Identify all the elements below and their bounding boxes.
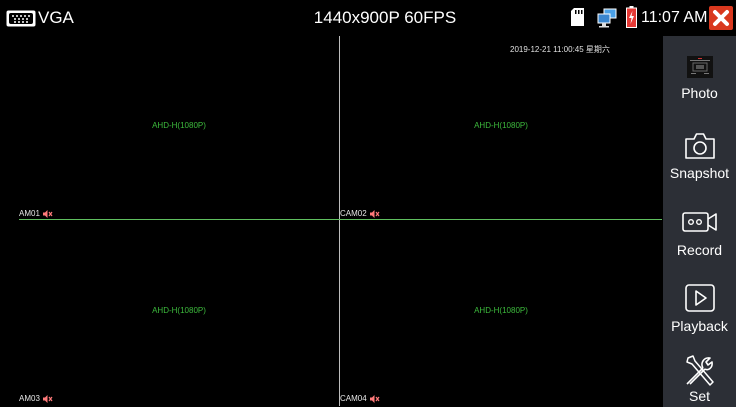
close-icon <box>713 10 729 26</box>
camera-name: AM01 <box>19 209 40 218</box>
camera-name: AM03 <box>19 394 40 403</box>
video-source: VGA <box>6 6 74 30</box>
camera-label-4: CAM04 <box>340 394 380 403</box>
playback-label: Playback <box>671 318 728 334</box>
record-label: Record <box>676 242 723 258</box>
status-bar: VGA 1440x900P 60FPS 11:07 AM <box>0 0 736 36</box>
mute-speaker-icon <box>369 394 380 403</box>
snapshot-button[interactable]: Snapshot <box>663 132 736 192</box>
camera-name: CAM04 <box>340 394 367 403</box>
set-label: Set <box>688 388 710 404</box>
vga-port-icon <box>6 10 36 26</box>
playback-button[interactable]: Playback <box>663 284 736 344</box>
camera-grid: AHD-H(1080P) AHD-H(1080P) AHD-H(1080P) A… <box>19 36 662 406</box>
camera-label-3: AM03 <box>19 394 53 403</box>
camera-view-1[interactable]: AHD-H(1080P) <box>19 36 339 219</box>
record-button[interactable]: Record <box>663 212 736 268</box>
play-icon <box>684 284 715 312</box>
camera-icon <box>684 133 715 159</box>
osd-datetime: 2019-12-21 11:00:45 星期六 <box>510 45 610 54</box>
side-menu: Photo Snapshot Record Playback Set <box>663 36 736 407</box>
video-camera-icon <box>681 212 717 232</box>
camera-name: CAM02 <box>340 209 367 218</box>
signal-format: AHD-H(1080P) <box>474 121 528 130</box>
signal-format: AHD-H(1080P) <box>152 306 206 315</box>
camera-view-4[interactable]: AHD-H(1080P) <box>340 220 662 406</box>
mute-speaker-icon <box>369 209 380 218</box>
source-label: VGA <box>38 8 74 27</box>
battery-icon <box>626 6 637 28</box>
photo-button[interactable]: Photo <box>663 56 736 114</box>
camera-label-1: AM01 <box>19 209 53 218</box>
clock: 11:07 AM <box>641 9 708 26</box>
resolution-label: 1440x900P 60FPS <box>313 8 457 27</box>
photo-label: Photo <box>681 85 718 101</box>
close-button[interactable] <box>709 6 733 30</box>
snapshot-label: Snapshot <box>669 165 730 181</box>
network-icon <box>597 8 617 28</box>
camera-label-2: CAM02 <box>340 209 380 218</box>
mute-speaker-icon <box>42 209 53 218</box>
photo-thumbnail-icon <box>686 56 713 78</box>
camera-view-2[interactable]: AHD-H(1080P) <box>340 36 662 219</box>
tools-icon <box>685 355 714 386</box>
signal-format: AHD-H(1080P) <box>152 121 206 130</box>
sd-card-icon <box>571 8 584 26</box>
camera-view-3[interactable]: AHD-H(1080P) <box>19 220 339 406</box>
mute-speaker-icon <box>42 394 53 403</box>
set-button[interactable]: Set <box>663 354 736 407</box>
signal-format: AHD-H(1080P) <box>474 306 528 315</box>
